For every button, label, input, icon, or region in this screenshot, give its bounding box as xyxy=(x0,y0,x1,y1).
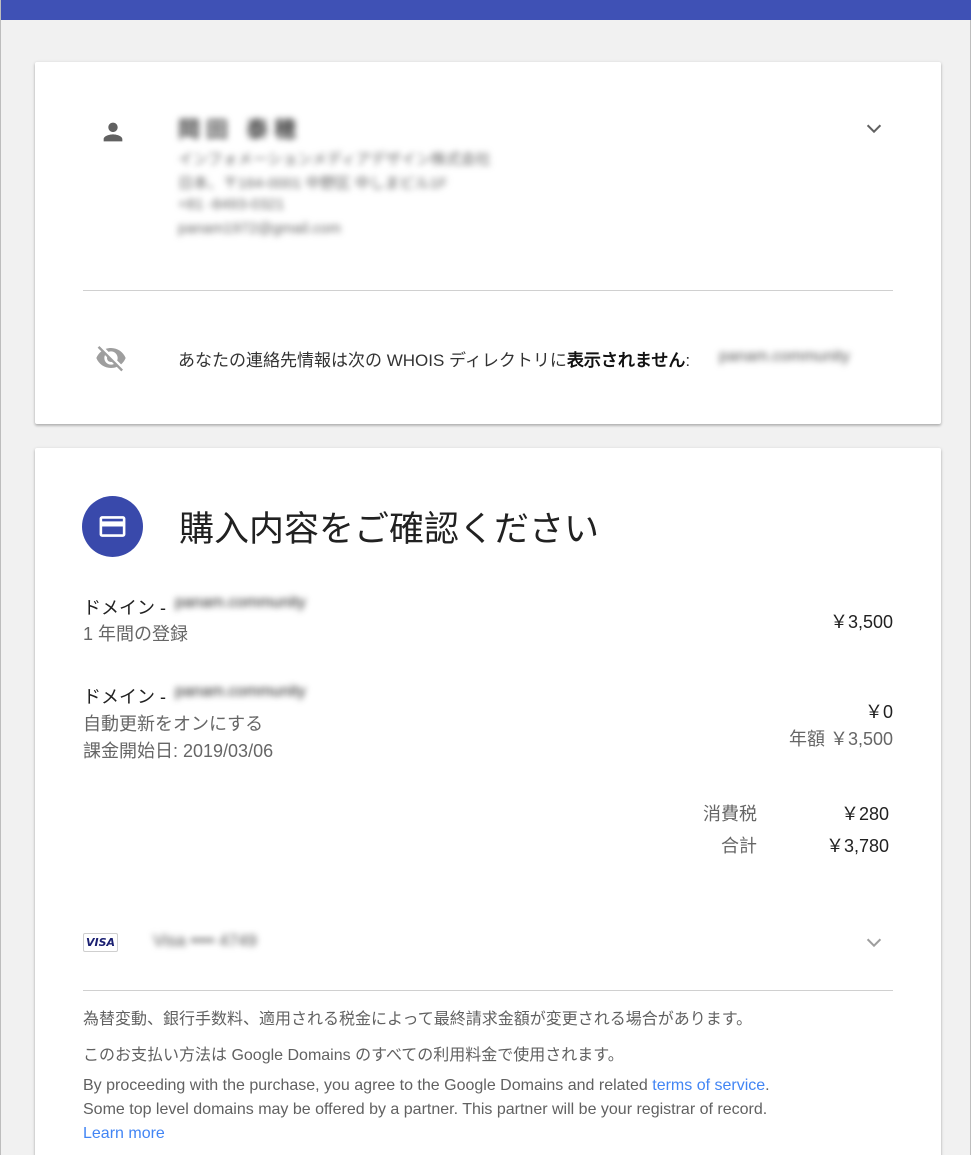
terms-note: By proceeding with the purchase, you agr… xyxy=(83,1077,770,1094)
learn-more-link[interactable]: Learn more xyxy=(83,1125,165,1143)
visibility-off-icon xyxy=(96,346,126,372)
contact-name: 岡田 泰穂 xyxy=(178,117,303,142)
purchase-card: 購入内容をご確認ください ドメイン - panam.community 1 年間… xyxy=(35,448,941,1155)
divider xyxy=(83,290,893,291)
payment-method-note: このお支払い方法は Google Domains のすべての利用料金で使用されま… xyxy=(83,1047,624,1064)
chevron-down-icon[interactable] xyxy=(863,117,885,139)
partner-note: Some top level domains may be offered by… xyxy=(83,1101,768,1118)
privacy-domain: panam.community xyxy=(719,348,850,365)
item-price: ￥0 xyxy=(864,702,893,722)
item-domain: panam.community xyxy=(175,683,306,700)
item-domain: panam.community xyxy=(175,594,306,611)
chevron-down-icon[interactable] xyxy=(863,931,885,953)
contact-phone: +81 -8493-0321 xyxy=(178,196,285,213)
contact-card: 岡田 泰穂 インフォメーションメディアデザイン株式会社 日本、〒164-0001… xyxy=(35,62,941,424)
total-label: 合計 xyxy=(721,836,757,856)
visa-logo: VISA xyxy=(83,933,118,952)
item-autorenew: 自動更新をオンにする xyxy=(83,714,264,734)
contact-address: 日本、〒164-0001 中野区 中しまビル1F xyxy=(178,175,448,192)
total-value: ￥3,780 xyxy=(825,836,889,856)
page-title: 購入内容をご確認ください xyxy=(179,510,600,549)
item-billing-start: 課金開始日: 2019/03/06 xyxy=(83,741,274,761)
item-label: ドメイン - xyxy=(83,687,166,707)
tax-label: 消費税 xyxy=(703,804,757,824)
item-price: ￥3,500 xyxy=(829,612,893,632)
item-label: ドメイン - xyxy=(83,598,166,618)
credit-card-icon xyxy=(99,516,126,537)
item-term: 1 年間の登録 xyxy=(83,624,189,644)
terms-of-service-link[interactable]: terms of service xyxy=(652,1077,765,1094)
exchange-note: 為替変動、銀行手数料、適用される税金によって最終請求金額が変更される場合がありま… xyxy=(83,1011,753,1028)
card-masked-number: Visa •••• 4749 xyxy=(153,931,257,950)
person-icon xyxy=(103,122,123,142)
item-annual-price: 年額 ￥3,500 xyxy=(788,729,893,749)
divider xyxy=(83,990,893,991)
payment-icon-circle xyxy=(82,496,143,557)
tax-value: ￥280 xyxy=(840,804,889,824)
contact-company: インフォメーションメディアデザイン株式会社 xyxy=(178,151,491,168)
privacy-notice: あなたの連絡先情報は次の WHOIS ディレクトリに表示されません: xyxy=(178,351,691,370)
contact-email: panam1972@gmail.com xyxy=(178,220,341,237)
top-app-bar xyxy=(1,0,971,20)
